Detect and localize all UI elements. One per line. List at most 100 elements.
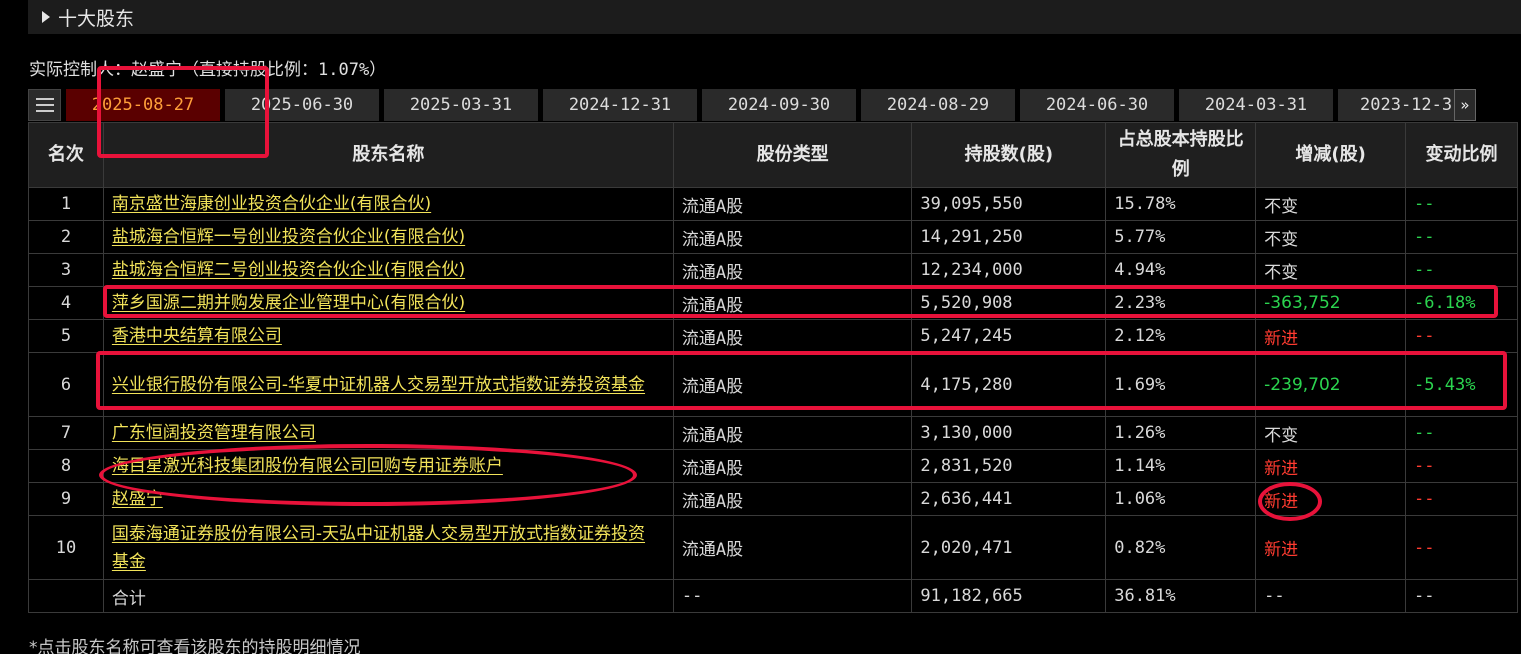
cell-holder-name[interactable]: 香港中央结算有限公司 — [102, 319, 674, 353]
annotation-box-row6 — [96, 351, 1507, 410]
cell-shares: 39,095,550 — [911, 187, 1107, 221]
cell-pct: 4.94% — [1105, 253, 1257, 287]
cell-ratio: -- — [1405, 449, 1518, 483]
date-tab[interactable]: 2024-06-30 — [1020, 89, 1174, 121]
cell-share-type: 流通A股 — [672, 515, 913, 580]
cell-pct: 1.26% — [1105, 416, 1257, 450]
total-type: -- — [672, 579, 913, 613]
cell-pct: 5.77% — [1105, 220, 1257, 254]
holder-name-link[interactable]: 南京盛世海康创业投资合伙企业(有限合伙) — [112, 190, 431, 218]
cell-share-type: 流通A股 — [672, 187, 913, 221]
cell-holder-name[interactable]: 国泰海通证券股份有限公司-天弘中证机器人交易型开放式指数证券投资基金 — [102, 515, 674, 580]
cell-ratio: -- — [1405, 416, 1518, 450]
cell-change: 不变 — [1255, 220, 1407, 254]
cell-share-type: 流通A股 — [672, 416, 913, 450]
holder-name-link[interactable]: 国泰海通证券股份有限公司-天弘中证机器人交易型开放式指数证券投资基金 — [112, 520, 652, 576]
header-pct: 占总股本持股比例 — [1105, 122, 1257, 188]
cell-ratio: -- — [1405, 482, 1518, 516]
next-tabs-button[interactable]: » — [1454, 89, 1476, 121]
section-title: 十大股东 — [58, 7, 135, 30]
cell-ratio: -- — [1405, 220, 1518, 254]
cell-rank: 2 — [28, 220, 104, 254]
cell-change: 新进 — [1255, 319, 1407, 353]
table-row: 10 国泰海通证券股份有限公司-天弘中证机器人交易型开放式指数证券投资基金 流通A股… — [28, 515, 1518, 580]
table-row: 1 南京盛世海康创业投资合伙企业(有限合伙) 流通A股 39,095,550 15.78… — [28, 187, 1518, 221]
holder-name-link[interactable]: 广东恒阔投资管理有限公司 — [112, 419, 316, 447]
cell-change: 新进 — [1255, 449, 1407, 483]
cell-share-type: 流通A股 — [672, 482, 913, 516]
header-rank: 名次 — [28, 122, 104, 188]
cell-share-type: 流通A股 — [672, 220, 913, 254]
date-tab[interactable]: 2025-03-31 — [384, 89, 538, 121]
cell-share-type: 流通A股 — [672, 319, 913, 353]
table-row: 2 盐城海合恒辉一号创业投资合伙企业(有限合伙) 流通A股 14,291,250 5.7… — [28, 220, 1518, 254]
cell-change: 不变 — [1255, 416, 1407, 450]
table-row: 3 盐城海合恒辉二号创业投资合伙企业(有限合伙) 流通A股 12,234,000 4.9… — [28, 253, 1518, 287]
total-ratio: -- — [1405, 579, 1518, 613]
header-change: 增减(股) — [1255, 122, 1407, 188]
section-header[interactable]: 十大股东 — [28, 0, 1521, 34]
annotation-box-date — [97, 66, 269, 158]
cell-rank: 4 — [28, 286, 104, 320]
date-tab[interactable]: 2024-12-31 — [543, 89, 697, 121]
total-row: 合计 -- 91,182,665 36.81% -- -- — [28, 579, 1518, 613]
expand-triangle-icon — [42, 11, 50, 23]
cell-pct: 2.12% — [1105, 319, 1257, 353]
cell-shares: 14,291,250 — [911, 220, 1107, 254]
double-chevron-right-icon: » — [1460, 96, 1470, 114]
total-label: 合计 — [102, 579, 674, 613]
cell-holder-name[interactable]: 盐城海合恒辉一号创业投资合伙企业(有限合伙) — [102, 220, 674, 254]
cell-shares: 2,020,471 — [911, 515, 1107, 580]
cell-change: 不变 — [1255, 187, 1407, 221]
holder-name-link[interactable]: 香港中央结算有限公司 — [112, 322, 282, 350]
cell-rank: 9 — [28, 482, 104, 516]
cell-rank: 6 — [28, 352, 104, 417]
cell-share-type: 流通A股 — [672, 253, 913, 287]
cell-shares: 2,636,441 — [911, 482, 1107, 516]
cell-change: 新进 — [1255, 515, 1407, 580]
cell-shares: 2,831,520 — [911, 449, 1107, 483]
holder-name-link[interactable]: 盐城海合恒辉二号创业投资合伙企业(有限合伙) — [112, 256, 465, 284]
date-tab[interactable]: 2024-03-31 — [1179, 89, 1333, 121]
footnote: *点击股东名称可查看该股东的持股明细情况 — [29, 638, 361, 654]
cell-shares: 3,130,000 — [911, 416, 1107, 450]
cell-ratio: -- — [1405, 319, 1518, 353]
date-tab[interactable]: 2024-09-30 — [702, 89, 856, 121]
cell-holder-name[interactable]: 盐城海合恒辉二号创业投资合伙企业(有限合伙) — [102, 253, 674, 287]
cell-rank: 5 — [28, 319, 104, 353]
total-pct: 36.81% — [1105, 579, 1257, 613]
cell-change: 不变 — [1255, 253, 1407, 287]
date-tab[interactable]: 2023-12-3 — [1338, 89, 1454, 121]
header-type: 股份类型 — [672, 122, 913, 188]
annotation-box-row4 — [103, 285, 1498, 318]
cell-rank: 7 — [28, 416, 104, 450]
cell-pct: 1.14% — [1105, 449, 1257, 483]
cell-pct: 15.78% — [1105, 187, 1257, 221]
cell-rank: 1 — [28, 187, 104, 221]
table-row: 5 香港中央结算有限公司 流通A股 5,247,245 2.12% 新进 -- — [28, 319, 1518, 353]
total-change: -- — [1255, 579, 1407, 613]
cell-rank: 8 — [28, 449, 104, 483]
annotation-ellipse-row8 — [99, 444, 637, 506]
cell-holder-name[interactable]: 南京盛世海康创业投资合伙企业(有限合伙) — [102, 187, 674, 221]
cell-shares: 5,247,245 — [911, 319, 1107, 353]
cell-ratio: -- — [1405, 515, 1518, 580]
cell-pct: 1.06% — [1105, 482, 1257, 516]
cell-ratio: -- — [1405, 253, 1518, 287]
holder-name-link[interactable]: 盐城海合恒辉一号创业投资合伙企业(有限合伙) — [112, 223, 465, 251]
header-shares: 持股数(股) — [911, 122, 1107, 188]
annotation-ellipse-new — [1258, 482, 1322, 521]
list-icon — [35, 98, 54, 112]
cell-pct: 0.82% — [1105, 515, 1257, 580]
cell-share-type: 流通A股 — [672, 449, 913, 483]
cell-rank-empty — [28, 579, 104, 613]
header-ratio: 变动比例 — [1405, 122, 1518, 188]
date-tab[interactable]: 2024-08-29 — [861, 89, 1015, 121]
total-shares: 91,182,665 — [911, 579, 1107, 613]
cell-rank: 10 — [28, 515, 104, 580]
cell-rank: 3 — [28, 253, 104, 287]
list-view-button[interactable] — [28, 89, 61, 121]
table-row: 7 广东恒阔投资管理有限公司 流通A股 3,130,000 1.26% 不变 -- — [28, 416, 1518, 450]
cell-shares: 12,234,000 — [911, 253, 1107, 287]
cell-ratio: -- — [1405, 187, 1518, 221]
